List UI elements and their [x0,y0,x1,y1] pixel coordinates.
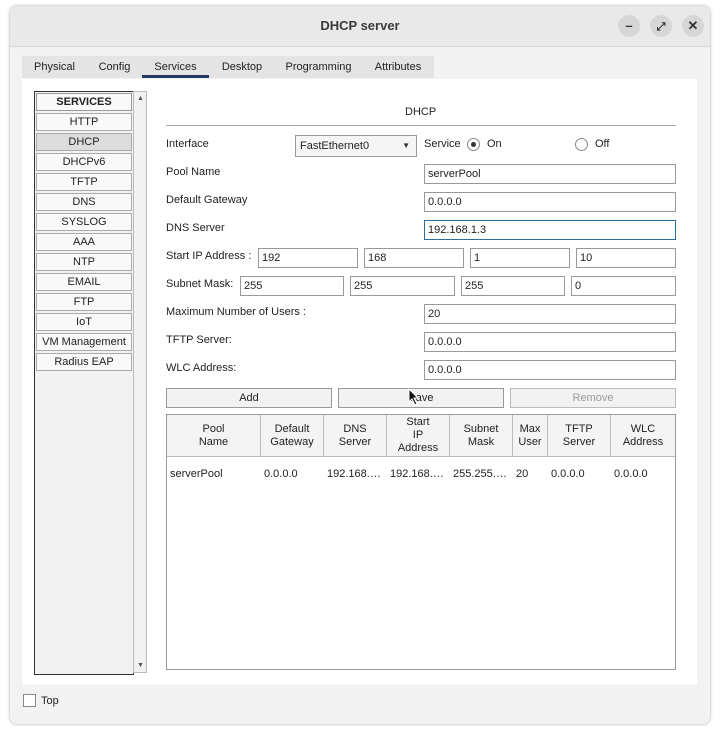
section-divider [166,125,676,126]
column-header-tftp-server[interactable]: TFTP Server [548,415,611,457]
interface-label: Interface [166,138,209,150]
default-gateway-label: Default Gateway [166,194,248,206]
tab-config[interactable]: Config [87,56,142,78]
max-users-input[interactable]: 20 [424,304,676,324]
subnet-octet-2[interactable]: 255 [350,276,455,296]
column-header-max-user[interactable]: Max User [513,415,548,457]
mouse-cursor-icon [408,388,420,406]
wlc-address-input[interactable]: 0.0.0.0 [424,360,676,380]
service-on-radio[interactable] [467,138,480,151]
tab-bar: Physical Config Services Desktop Program… [22,56,434,78]
column-header-subnet-mask[interactable]: Subnet Mask [450,415,513,457]
start-ip-octet-4[interactable]: 10 [576,248,676,268]
table-cell[interactable]: 0.0.0.0 [548,468,611,482]
top-checkbox-label: Top [41,695,59,707]
wlc-address-label: WLC Address: [166,362,237,374]
column-header-pool-name[interactable]: Pool Name [167,415,261,457]
remove-button[interactable]: Remove [510,388,676,408]
dns-server-input[interactable]: 192.168.1.3 [424,220,676,240]
start-ip-octet-2[interactable]: 168 [364,248,464,268]
interface-value: FastEthernet0 [300,140,370,152]
tab-desktop[interactable]: Desktop [209,56,275,78]
default-gateway-input[interactable]: 0.0.0.0 [424,192,676,212]
chevron-down-icon: ▼ [402,141,410,150]
dhcp-pool-table: Pool Name Default Gateway DNS Server Sta… [166,414,676,670]
subnet-octet-4[interactable]: 0 [571,276,676,296]
services-header: SERVICES [36,93,132,111]
pool-name-input[interactable]: serverPool [424,164,676,184]
column-header-wlc-address[interactable]: WLC Address [611,415,675,457]
service-item-syslog[interactable]: SYSLOG [36,213,132,231]
top-checkbox[interactable] [23,694,36,707]
dhcp-server-window: DHCP server – ⤢ ✕ Physical Config Servic… [10,6,710,724]
service-item-ftp[interactable]: FTP [36,293,132,311]
tab-attributes[interactable]: Attributes [362,56,434,78]
service-item-radius-eap[interactable]: Radius EAP [36,353,132,371]
max-users-label: Maximum Number of Users : [166,306,306,318]
start-ip-label: Start IP Address : [166,250,252,262]
maximize-icon: ⤢ [656,21,666,33]
service-item-dhcpv6[interactable]: DHCPv6 [36,153,132,171]
tftp-server-label: TFTP Server: [166,334,232,346]
service-label: Service [424,138,461,150]
minimize-icon: – [625,18,633,33]
interface-select[interactable]: FastEthernet0 ▼ [295,135,417,157]
pool-name-label: Pool Name [166,166,221,178]
save-button[interactable]: Save [338,388,504,408]
window-title: DHCP server [320,18,400,33]
minimize-button[interactable]: – [618,15,640,37]
service-item-dhcp[interactable]: DHCP [36,133,132,151]
close-button[interactable]: ✕ [682,15,704,37]
table-cell[interactable]: 0.0.0.0 [611,468,675,482]
service-off-label: Off [595,138,610,150]
column-header-start-ip[interactable]: Start IP Address [387,415,450,457]
service-off-radio[interactable] [575,138,588,151]
maximize-button[interactable]: ⤢ [650,15,672,37]
table-cell[interactable]: 192.168.… [324,468,384,482]
table-cell[interactable]: serverPool [167,468,261,482]
scroll-up-icon[interactable]: ▲ [137,95,144,102]
title-bar: DHCP server – ⤢ ✕ [10,6,710,47]
service-item-http[interactable]: HTTP [36,113,132,131]
service-item-email[interactable]: EMAIL [36,273,132,291]
table-cell[interactable]: 255.255.… [450,468,510,482]
column-header-default-gateway[interactable]: Default Gateway [261,415,324,457]
column-header-dns-server[interactable]: DNS Server [324,415,387,457]
subnet-octet-3[interactable]: 255 [461,276,565,296]
tab-programming[interactable]: Programming [275,56,362,78]
close-icon: ✕ [687,18,699,33]
service-item-aaa[interactable]: AAA [36,233,132,251]
start-ip-octet-1[interactable]: 192 [258,248,358,268]
table-cell[interactable]: 192.168.… [387,468,447,482]
dns-server-label: DNS Server [166,222,225,234]
service-item-vm-management[interactable]: VM Management [36,333,132,351]
services-content: SERVICES HTTP DHCP DHCPv6 TFTP DNS SYSLO… [22,79,697,685]
dhcp-section-title: DHCP [405,106,437,118]
service-on-label: On [487,138,502,150]
service-item-iot[interactable]: IoT [36,313,132,331]
tab-physical[interactable]: Physical [22,56,87,78]
scroll-down-icon[interactable]: ▼ [137,662,144,669]
table-cell[interactable]: 20 [513,468,548,482]
subnet-octet-1[interactable]: 255 [240,276,344,296]
tftp-server-input[interactable]: 0.0.0.0 [424,332,676,352]
tab-services[interactable]: Services [142,56,209,78]
services-scrollbar[interactable]: ▲ ▼ [133,91,147,673]
service-item-dns[interactable]: DNS [36,193,132,211]
service-item-tftp[interactable]: TFTP [36,173,132,191]
services-list: SERVICES HTTP DHCP DHCPv6 TFTP DNS SYSLO… [34,91,134,675]
radio-selected-dot [471,142,476,147]
add-button[interactable]: Add [166,388,332,408]
subnet-mask-label: Subnet Mask: [166,278,234,290]
service-item-ntp[interactable]: NTP [36,253,132,271]
table-cell[interactable]: 0.0.0.0 [261,468,324,482]
start-ip-octet-3[interactable]: 1 [470,248,570,268]
